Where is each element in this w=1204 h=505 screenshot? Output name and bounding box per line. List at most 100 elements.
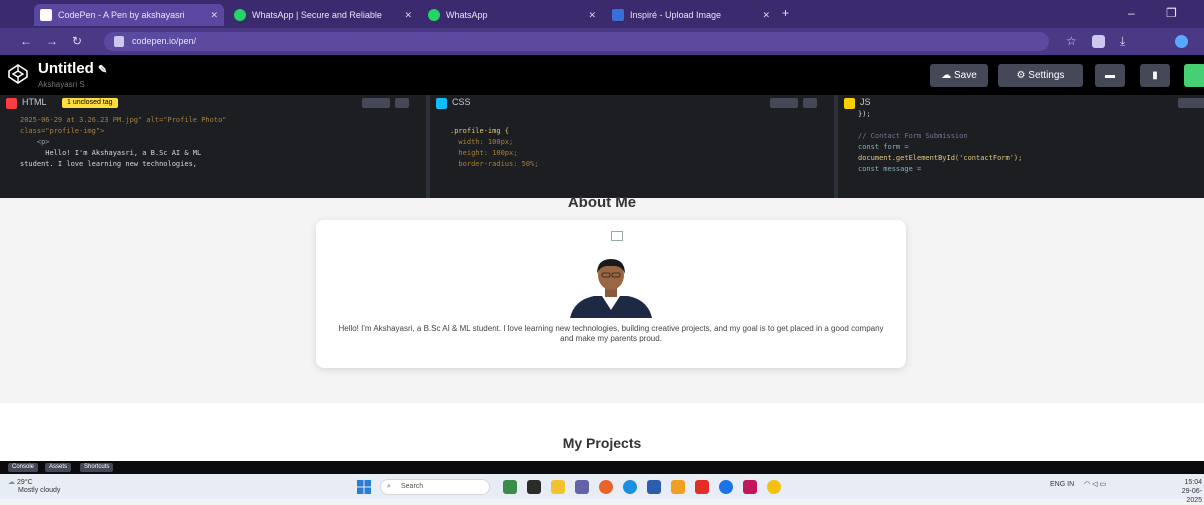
battery-icon: ▭ xyxy=(1099,481,1107,488)
clock-date: 29-06-2025 xyxy=(1181,488,1202,504)
system-tray[interactable]: ENG IN ◠ ◁ ▭ xyxy=(1050,480,1106,488)
js-code[interactable]: }); // Contact Form Submission const form… xyxy=(858,109,1194,175)
projects-section xyxy=(0,403,1204,461)
error-badge[interactable]: 1 unclosed tag xyxy=(62,98,118,108)
profile-avatar-icon[interactable] xyxy=(1175,35,1188,48)
app-icon[interactable] xyxy=(599,480,613,494)
task-view-icon[interactable] xyxy=(527,480,541,494)
editor-settings-icon[interactable] xyxy=(770,98,798,108)
pen-title[interactable]: Untitled ✎ xyxy=(38,60,107,77)
teams-icon[interactable] xyxy=(575,480,589,494)
extensions-icon[interactable] xyxy=(1092,35,1105,48)
code-line: border-radius: 50%; xyxy=(450,160,539,168)
editor-panels: HTML 1 unclosed tag 2025-06-29 at 3.26.2… xyxy=(0,95,1204,198)
js-label: JS xyxy=(860,97,871,107)
projects-heading: My Projects xyxy=(562,435,642,451)
new-tab-icon[interactable]: + xyxy=(782,6,789,20)
cloud-weather-icon: ☁ xyxy=(8,479,15,486)
volume-icon: ◁ xyxy=(1092,481,1098,488)
app-icon[interactable] xyxy=(719,480,733,494)
settings-button[interactable]: ⚙ Settings xyxy=(998,64,1083,87)
profile-photo xyxy=(570,259,652,318)
editor-settings-icon[interactable] xyxy=(362,98,390,108)
close-tab-icon[interactable]: ✕ xyxy=(762,4,770,26)
js-editor[interactable]: JS }); // Contact Form Submission const f… xyxy=(838,95,1204,198)
widgets-icon[interactable] xyxy=(503,480,517,494)
bookmark-icon: ▮ xyxy=(1152,70,1158,81)
search-placeholder: Search xyxy=(401,483,424,490)
download-icon[interactable]: ⤓ xyxy=(1120,34,1125,49)
browser-tab-codepen[interactable]: CodePen - A Pen by akshayasri ✕ xyxy=(34,4,224,26)
pen-author[interactable]: Akshayasri S xyxy=(38,80,85,89)
html-editor-header: HTML 1 unclosed tag xyxy=(0,95,426,112)
code-line: }); xyxy=(858,110,871,118)
codepen-favicon-icon xyxy=(40,9,52,21)
tab-title: Inspiré - Upload Image xyxy=(630,10,722,20)
language-indicator: ENG xyxy=(1050,481,1066,488)
browser-address-bar: ← → ↻ codepen.io/pen/ ☆ ⤓ xyxy=(0,28,1204,55)
bookmark-star-icon[interactable]: ☆ xyxy=(1066,34,1077,48)
editor-settings-icon[interactable] xyxy=(1178,98,1204,108)
save-button-label: Save xyxy=(953,70,977,81)
code-line: Hello! I'm Akshayasri, a B.Sc AI & ML xyxy=(20,149,202,157)
close-tab-icon[interactable]: ✕ xyxy=(210,4,218,26)
close-tab-icon[interactable]: ✕ xyxy=(588,4,596,26)
back-icon[interactable]: ← xyxy=(20,34,32,48)
url-input[interactable]: codepen.io/pen/ xyxy=(104,32,1049,51)
site-info-icon[interactable] xyxy=(114,36,124,47)
weather-widget[interactable]: ☁ 29°C Mostly cloudy xyxy=(8,479,60,495)
css-code[interactable]: .profile-img { width: 100px; height: 100… xyxy=(450,115,824,170)
preview-frame[interactable]: About Me Hello! I'm Akshayasri, a B.Sc A… xyxy=(0,194,1204,461)
taskbar-search[interactable]: ⌕ Search xyxy=(380,479,490,495)
cloud-icon: ☁ xyxy=(941,70,954,81)
shortcuts-button[interactable]: Shortcuts xyxy=(80,463,114,472)
whatsapp-favicon-icon xyxy=(428,9,440,21)
code-line: const message = xyxy=(858,165,922,173)
chrome-icon[interactable] xyxy=(767,480,781,494)
html-code[interactable]: 2025-06-29 at 3.26.23 PM.jpg" alt="Profi… xyxy=(20,115,416,170)
about-heading: About Me xyxy=(567,194,637,211)
codepen-logo-icon[interactable] xyxy=(8,64,28,84)
reload-icon[interactable]: ↻ xyxy=(72,34,82,48)
minimize-icon[interactable]: – xyxy=(1128,6,1135,20)
about-card: Hello! I'm Akshayasri, a B.Sc AI & ML st… xyxy=(316,220,906,368)
browser-tab-whatsapp[interactable]: WhatsApp ✕ xyxy=(422,4,602,26)
gear-icon: ⚙ xyxy=(1016,70,1029,81)
store-icon[interactable] xyxy=(647,480,661,494)
js-icon xyxy=(844,98,855,109)
change-view-button[interactable]: ▬ xyxy=(1095,64,1125,87)
browser-tab-whatsapp-info[interactable]: WhatsApp | Secure and Reliable ✕ xyxy=(228,4,418,26)
css-editor[interactable]: CSS .profile-img { width: 100px; height:… xyxy=(430,95,838,198)
about-paragraph: Hello! I'm Akshayasri, a B.Sc AI & ML st… xyxy=(338,324,884,343)
edit-title-icon[interactable]: ✎ xyxy=(98,64,107,76)
code-line: class="profile-img"> xyxy=(20,127,105,135)
windows-start-icon[interactable] xyxy=(357,480,371,494)
app-icon[interactable] xyxy=(671,480,685,494)
app-icon[interactable] xyxy=(743,480,757,494)
edge-icon[interactable] xyxy=(623,480,637,494)
css-editor-header: CSS xyxy=(430,95,834,112)
site-favicon-icon xyxy=(612,9,624,21)
file-explorer-icon[interactable] xyxy=(551,480,565,494)
forward-icon[interactable]: → xyxy=(46,34,58,48)
code-line: // Contact Form Submission xyxy=(858,132,968,140)
maximize-icon[interactable]: ❐ xyxy=(1166,6,1177,20)
collapse-icon[interactable] xyxy=(395,98,409,108)
bookmark-button[interactable]: ▮ xyxy=(1140,64,1170,87)
youtube-icon[interactable] xyxy=(695,480,709,494)
console-button[interactable]: Console xyxy=(8,463,39,472)
browser-tab-upload[interactable]: Inspiré - Upload Image ✕ xyxy=(606,4,776,26)
code-line: 2025-06-29 at 3.26.23 PM.jpg" alt="Profi… xyxy=(20,116,227,124)
assets-button[interactable]: Assets xyxy=(45,463,72,472)
close-tab-icon[interactable]: ✕ xyxy=(404,4,412,26)
clock[interactable]: 15:04 29-06-2025 xyxy=(1168,478,1202,505)
html-editor[interactable]: HTML 1 unclosed tag 2025-06-29 at 3.26.2… xyxy=(0,95,430,198)
weather-desc: Mostly cloudy xyxy=(18,487,61,494)
css-icon xyxy=(436,98,447,109)
user-avatar[interactable] xyxy=(1184,64,1204,87)
collapse-icon[interactable] xyxy=(803,98,817,108)
save-button[interactable]: ☁ Save xyxy=(930,64,988,87)
code-line: .profile-img { xyxy=(450,127,510,135)
